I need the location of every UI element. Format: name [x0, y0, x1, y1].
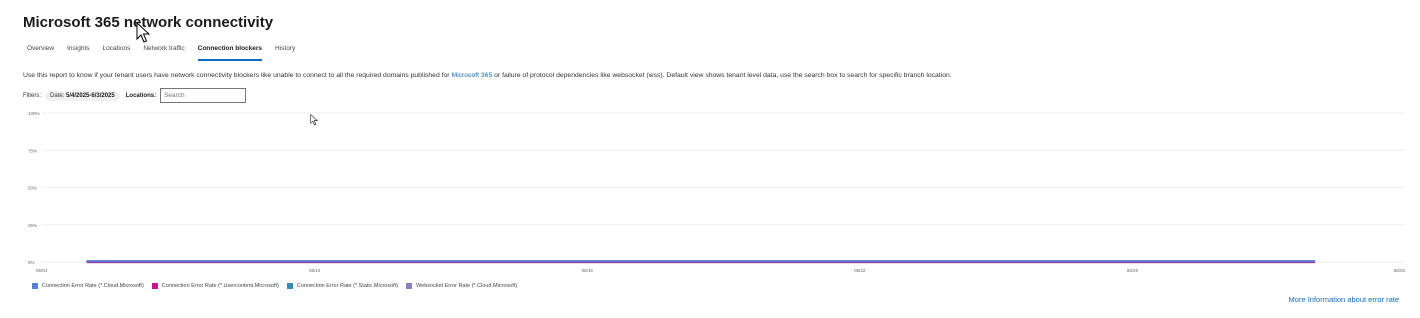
description-text-before: Use this report to know if your tenant u… — [23, 72, 452, 79]
legend-swatch-websocket — [406, 283, 413, 289]
y-tick-label: 50% — [28, 186, 37, 191]
mouse-pointer-icon — [310, 114, 318, 126]
x-tick-label: 05/28 — [1127, 268, 1139, 273]
connection-error-chart: 100% 75% 50% 25% 0%05/04 05/10 05/16 05/22 05/28… — [28, 111, 1406, 273]
tab-bar: Overview Insights Locations Network traf… — [27, 45, 308, 61]
legend-swatch-static — [286, 283, 293, 289]
more-info-error-rate-link[interactable]: More Information about error rate — [1289, 295, 1399, 304]
filter-bar: Filters: Date: 5/4/2025-6/3/2025 Locatio… — [23, 88, 247, 103]
y-tick-label: 0% — [28, 260, 35, 265]
mouse-pointer-icon — [136, 22, 150, 43]
y-tick-label: 25% — [28, 223, 37, 228]
date-filter-prefix: Date: — [50, 92, 65, 99]
legend-label-usercontent: Connection Error Rate (*.Usercontent.Mic… — [161, 283, 279, 289]
tab-network-traffic[interactable]: Network traffic — [143, 45, 184, 61]
locations-label: Locations: — [125, 92, 157, 99]
legend-label-websocket: Websocket Error Rate (*.Cloud.Microsoft) — [416, 283, 518, 289]
microsoft-365-link[interactable]: Microsoft 365 — [451, 72, 492, 79]
date-filter-value: 5/4/2025-6/3/2025 — [66, 92, 115, 99]
legend-swatch-usercontent — [151, 283, 158, 289]
x-tick-label: 05/10 — [309, 268, 321, 273]
location-search-input[interactable] — [160, 88, 247, 103]
y-tick-label: 75% — [28, 148, 37, 153]
x-tick-label: 05/22 — [854, 268, 866, 273]
legend-item-static[interactable]: Connection Error Rate (*.Static.Microsof… — [286, 283, 399, 289]
legend-label-static: Connection Error Rate (*.Static.Microsof… — [296, 283, 399, 289]
chart-legend: Connection Error Rate (*.Cloud.Microsoft… — [32, 283, 525, 289]
tab-history[interactable]: History — [275, 45, 295, 61]
tab-connection-blockers[interactable]: Connection blockers — [197, 45, 263, 61]
legend-label-cloud: Connection Error Rate (*.Cloud.Microsoft… — [42, 283, 144, 289]
tab-insights[interactable]: Insights — [67, 45, 89, 61]
tab-overview[interactable]: Overview — [27, 45, 54, 61]
y-tick-label: 100% — [28, 111, 40, 116]
x-tick-label: 06/03 — [1394, 268, 1406, 273]
tab-locations[interactable]: Locations — [103, 45, 131, 61]
report-description: Use this report to know if your tenant u… — [23, 72, 952, 79]
legend-swatch-cloud — [32, 283, 38, 289]
legend-item-websocket[interactable]: Websocket Error Rate (*.Cloud.Microsoft) — [406, 283, 517, 289]
legend-item-usercontent[interactable]: Connection Error Rate (*.Usercontent.Mic… — [151, 283, 279, 289]
date-filter-pill[interactable]: Date: 5/4/2025-6/3/2025 — [45, 90, 120, 101]
filters-label: Filters: — [23, 92, 41, 99]
legend-item-cloud[interactable]: Connection Error Rate (*.Cloud.Microsoft… — [32, 283, 144, 289]
description-text-after: or failure of protocol dependencies like… — [492, 72, 952, 79]
x-tick-label: 05/16 — [582, 268, 594, 273]
x-tick-label: 05/04 — [36, 268, 48, 273]
